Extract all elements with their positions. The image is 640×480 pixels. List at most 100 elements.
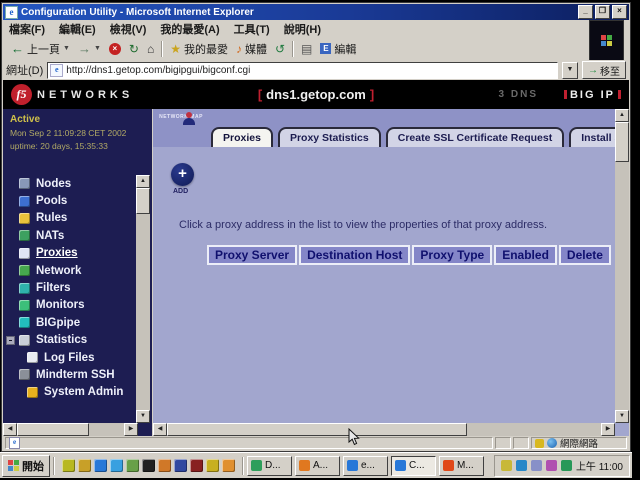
pools-icon — [19, 196, 30, 207]
forward-dropdown-icon[interactable]: ▼ — [94, 45, 101, 52]
menu-view[interactable]: 檢視(V) — [110, 21, 147, 37]
connection-icon[interactable] — [561, 460, 572, 471]
scroll-left-icon[interactable]: ◀ — [153, 423, 167, 436]
sidebar-item-label: NATs — [36, 230, 64, 242]
go-button[interactable]: → 移至 — [582, 61, 626, 79]
sidebar-item-network[interactable]: Network — [19, 262, 134, 279]
scrollbar-thumb[interactable] — [615, 122, 629, 162]
main-horizontal-scrollbar[interactable]: ◀ ▶ — [153, 423, 615, 436]
toolbar-separator — [292, 41, 294, 57]
menu-help[interactable]: 說明(H) — [284, 21, 321, 37]
sidebar-item-system-admin[interactable]: System Admin — [19, 384, 134, 401]
statistics-icon — [19, 335, 30, 346]
tool-icon[interactable] — [190, 459, 203, 472]
minimize-button[interactable]: _ — [578, 5, 593, 19]
messenger-icon[interactable] — [94, 459, 107, 472]
home-button[interactable]: ⌂ — [143, 41, 158, 57]
refresh-button[interactable]: ↻ — [125, 41, 143, 57]
show-desktop-icon[interactable] — [78, 459, 91, 472]
network-map-button[interactable]: NETWORK MAP — [159, 112, 203, 144]
scroll-down-icon[interactable]: ▼ — [136, 410, 150, 423]
add-button[interactable]: + — [171, 163, 194, 186]
tab-create-ssl-certificate-request[interactable]: Create SSL Certificate Request — [386, 127, 564, 147]
explorer-icon[interactable] — [126, 459, 139, 472]
main-vertical-scrollbar[interactable]: ▲ ▼ — [615, 109, 629, 423]
menu-favorites[interactable]: 我的最愛(A) — [160, 21, 219, 37]
scrollbar-thumb[interactable] — [167, 423, 467, 436]
sidebar-item-proxies[interactable]: Proxies — [19, 245, 134, 262]
print-button[interactable]: ▤ — [297, 41, 316, 57]
task-button-5[interactable]: M... — [439, 456, 484, 476]
title-bar[interactable]: e Configuration Utility - Microsoft Inte… — [3, 4, 629, 20]
media-player-icon[interactable] — [222, 459, 235, 472]
scroll-right-icon[interactable]: ▶ — [601, 423, 615, 436]
scroll-right-icon[interactable]: ▶ — [124, 423, 138, 436]
task-label: C... — [409, 460, 425, 471]
player-icon[interactable] — [174, 459, 187, 472]
task-button-2[interactable]: A... — [295, 456, 340, 476]
statistics-expand-icon[interactable] — [6, 336, 15, 345]
menu-file[interactable]: 檔案(F) — [9, 21, 45, 37]
maximize-button[interactable]: ❐ — [595, 5, 610, 19]
mail-icon[interactable] — [158, 459, 171, 472]
network-icon[interactable] — [516, 460, 527, 471]
tab-proxies[interactable]: Proxies — [211, 127, 273, 147]
start-button[interactable]: 開始 — [2, 455, 50, 477]
sidebar-item-bigpipe[interactable]: BIGpipe — [19, 314, 134, 331]
task-label: M... — [457, 460, 474, 471]
system-status: Active Mon Sep 2 11:09:28 CET 2002 uptim… — [3, 109, 152, 151]
scrollbar-thumb[interactable] — [136, 188, 150, 214]
sidebar-item-monitors[interactable]: Monitors — [19, 297, 134, 314]
favorites-label: 我的最愛 — [184, 41, 228, 57]
scroll-left-icon[interactable]: ◀ — [3, 423, 17, 436]
sidebar-item-nodes[interactable]: Nodes — [19, 175, 134, 192]
history-button[interactable]: ↺ — [271, 41, 289, 57]
sidebar-item-label: Nodes — [36, 178, 71, 190]
taskbar-clock[interactable]: 上午 11:00 — [576, 458, 623, 473]
sidebar-item-label: Filters — [36, 282, 71, 294]
edit-label: 編輯 — [334, 41, 356, 57]
address-input[interactable] — [66, 65, 555, 76]
sidebar-horizontal-scrollbar[interactable]: ◀ ▶ — [3, 423, 138, 436]
edit-button[interactable]: E 編輯 — [316, 39, 360, 59]
internet-explorer-icon[interactable] — [110, 459, 123, 472]
task-button-1[interactable]: D... — [247, 456, 292, 476]
close-button[interactable]: × — [612, 5, 627, 19]
scheduler-icon[interactable] — [546, 460, 557, 471]
scroll-down-icon[interactable]: ▼ — [615, 410, 629, 423]
keys-icon[interactable] — [206, 459, 219, 472]
mindterm-ssh-icon — [19, 369, 30, 380]
task-label: e... — [361, 460, 375, 471]
scrollbar-thumb[interactable] — [17, 423, 89, 436]
address-dropdown-icon[interactable]: ▼ — [562, 62, 578, 79]
back-dropdown-icon[interactable]: ▼ — [63, 45, 70, 52]
menu-tools[interactable]: 工具(T) — [234, 21, 270, 37]
task-button-configuration-utility[interactable]: C... — [391, 456, 436, 476]
volume-icon[interactable] — [501, 460, 512, 471]
status-panel — [513, 437, 529, 449]
forward-button[interactable]: → ▼ — [74, 39, 105, 58]
sidebar-item-statistics[interactable]: Statistics — [19, 332, 134, 349]
media-button[interactable]: ♪ 媒體 — [232, 39, 271, 59]
sidebar-item-mindterm-ssh[interactable]: Mindterm SSH — [19, 366, 134, 383]
sidebar-item-filters[interactable]: Filters — [19, 279, 134, 296]
favorites-button[interactable]: ★ 我的最愛 — [166, 39, 232, 59]
stop-button[interactable]: × — [105, 41, 125, 57]
tab-proxy-statistics[interactable]: Proxy Statistics — [278, 127, 381, 147]
page-content: Active Mon Sep 2 11:09:28 CET 2002 uptim… — [3, 109, 629, 436]
menu-edit[interactable]: 編輯(E) — [59, 21, 96, 37]
address-box[interactable]: e — [47, 62, 558, 79]
sidebar-item-log-files[interactable]: Log Files — [19, 349, 134, 366]
scroll-up-icon[interactable]: ▲ — [136, 175, 150, 188]
sidebar-item-nats[interactable]: NATs — [19, 227, 134, 244]
display-icon[interactable] — [531, 460, 542, 471]
console-icon[interactable] — [142, 459, 155, 472]
sidebar-item-rules[interactable]: Rules — [19, 210, 134, 227]
icq-icon[interactable] — [62, 459, 75, 472]
back-button[interactable]: ← 上一頁 ▼ — [7, 39, 74, 59]
task-button-3[interactable]: e... — [343, 456, 388, 476]
sidebar-item-pools[interactable]: Pools — [19, 192, 134, 209]
scroll-up-icon[interactable]: ▲ — [615, 109, 629, 122]
sidebar-vertical-scrollbar[interactable]: ▲ ▼ — [136, 175, 150, 423]
column-proxy-server: Proxy Server — [207, 245, 297, 265]
